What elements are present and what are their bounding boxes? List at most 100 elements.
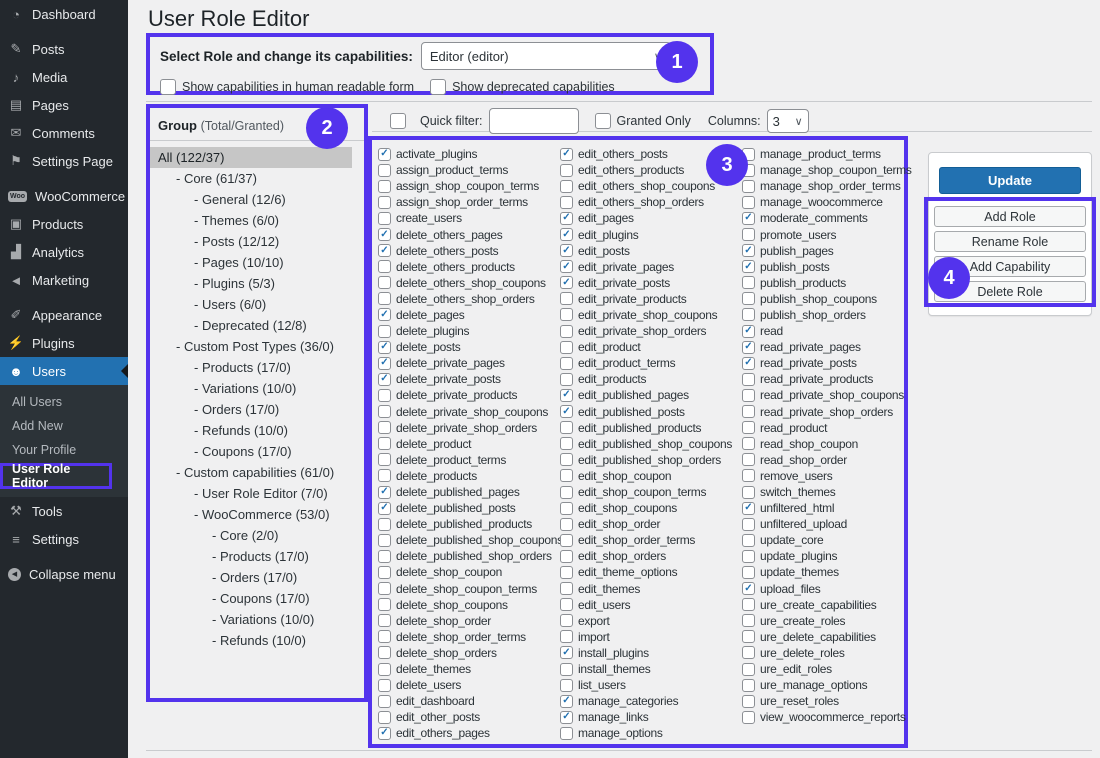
capability-checkbox-install_plugins[interactable] xyxy=(560,646,573,659)
capability-checkbox-read_shop_coupon[interactable] xyxy=(742,437,755,450)
sidebar-item-user-role-editor[interactable]: User Role Editor xyxy=(0,463,112,489)
capability-checkbox-manage_woocommerce[interactable] xyxy=(742,196,755,209)
capability-checkbox-delete_private_pages[interactable] xyxy=(378,357,391,370)
update-button[interactable]: Update xyxy=(939,167,1081,194)
capability-checkbox-delete_others_products[interactable] xyxy=(378,260,391,273)
capability-checkbox-install_themes[interactable] xyxy=(560,663,573,676)
capability-checkbox-update_core[interactable] xyxy=(742,534,755,547)
capability-checkbox-delete_published_posts[interactable] xyxy=(378,502,391,515)
sidebar-item-settings-page[interactable]: ⚑Settings Page xyxy=(0,147,128,175)
granted-only-checkbox[interactable] xyxy=(595,113,611,129)
sidebar-item-settings[interactable]: ≡Settings xyxy=(0,525,128,553)
capability-checkbox-delete_others_posts[interactable] xyxy=(378,244,391,257)
capability-checkbox-delete_themes[interactable] xyxy=(378,663,391,676)
sidebar-item-comments[interactable]: ✉Comments xyxy=(0,119,128,147)
capability-checkbox-delete_shop_coupon_terms[interactable] xyxy=(378,582,391,595)
capability-checkbox-edit_private_shop_orders[interactable] xyxy=(560,325,573,338)
group-tree-item[interactable]: All (122/37) xyxy=(150,147,352,168)
capability-checkbox-delete_plugins[interactable] xyxy=(378,325,391,338)
capability-checkbox-edit_published_pages[interactable] xyxy=(560,389,573,402)
capability-checkbox-edit_others_shop_coupons[interactable] xyxy=(560,180,573,193)
capability-checkbox-edit_private_posts[interactable] xyxy=(560,276,573,289)
capability-checkbox-unfiltered_html[interactable] xyxy=(742,502,755,515)
sidebar-item-all-users[interactable]: All Users xyxy=(0,390,128,414)
group-tree-item[interactable]: - Custom capabilities (61/0) xyxy=(150,462,364,483)
group-tree-item[interactable]: - Deprecated (12/8) xyxy=(150,315,364,336)
sidebar-item-dashboard[interactable]: ◔Dashboard xyxy=(0,0,128,28)
group-tree-item[interactable]: - Products (17/0) xyxy=(150,546,364,567)
capability-checkbox-edit_published_products[interactable] xyxy=(560,421,573,434)
sidebar-item-your-profile[interactable]: Your Profile xyxy=(0,438,128,462)
add-role-button[interactable]: Add Role xyxy=(934,206,1086,227)
capability-checkbox-assign_shop_coupon_terms[interactable] xyxy=(378,180,391,193)
capability-checkbox-ure_create_capabilities[interactable] xyxy=(742,598,755,611)
capability-checkbox-edit_theme_options[interactable] xyxy=(560,566,573,579)
group-tree-item[interactable]: - Products (17/0) xyxy=(150,357,364,378)
capability-checkbox-edit_users[interactable] xyxy=(560,598,573,611)
capability-checkbox-delete_shop_order_terms[interactable] xyxy=(378,630,391,643)
capability-checkbox-delete_product_terms[interactable] xyxy=(378,453,391,466)
capability-checkbox-ure_manage_options[interactable] xyxy=(742,679,755,692)
select-all-capabilities-checkbox[interactable] xyxy=(390,113,406,129)
capability-checkbox-edit_shop_order_terms[interactable] xyxy=(560,534,573,547)
group-tree-item[interactable]: - Core (2/0) xyxy=(150,525,364,546)
capability-checkbox-edit_pages[interactable] xyxy=(560,212,573,225)
capability-checkbox-publish_posts[interactable] xyxy=(742,260,755,273)
capability-checkbox-update_plugins[interactable] xyxy=(742,550,755,563)
group-tree-item[interactable]: - Custom Post Types (36/0) xyxy=(150,336,364,357)
sidebar-item-plugins[interactable]: ⚡Plugins xyxy=(0,329,128,357)
capability-checkbox-edit_product[interactable] xyxy=(560,341,573,354)
capability-checkbox-create_users[interactable] xyxy=(378,212,391,225)
group-tree-item[interactable]: - Variations (10/0) xyxy=(150,378,364,399)
capability-checkbox-remove_users[interactable] xyxy=(742,469,755,482)
sidebar-item-media[interactable]: ♪Media xyxy=(0,63,128,91)
capability-checkbox-update_themes[interactable] xyxy=(742,566,755,579)
capability-checkbox-edit_published_shop_coupons[interactable] xyxy=(560,437,573,450)
capability-checkbox-delete_published_shop_orders[interactable] xyxy=(378,550,391,563)
capability-checkbox-delete_others_shop_coupons[interactable] xyxy=(378,276,391,289)
capability-checkbox-edit_shop_coupons[interactable] xyxy=(560,502,573,515)
capability-checkbox-list_users[interactable] xyxy=(560,679,573,692)
sidebar-item-posts[interactable]: ✎Posts xyxy=(0,35,128,63)
columns-select[interactable]: 3 ∨ xyxy=(767,109,809,133)
capability-checkbox-delete_private_shop_orders[interactable] xyxy=(378,421,391,434)
capability-checkbox-edit_others_shop_orders[interactable] xyxy=(560,196,573,209)
group-tree-item[interactable]: - Refunds (10/0) xyxy=(150,630,364,651)
sidebar-item-collapse-menu[interactable]: ◀Collapse menu xyxy=(0,560,128,588)
group-tree-item[interactable]: - Users (6/0) xyxy=(150,294,364,315)
capability-checkbox-edit_shop_orders[interactable] xyxy=(560,550,573,563)
capability-checkbox-edit_private_shop_coupons[interactable] xyxy=(560,308,573,321)
capability-checkbox-delete_private_posts[interactable] xyxy=(378,373,391,386)
group-tree-item[interactable]: - Pages (10/10) xyxy=(150,252,364,273)
group-tree-item[interactable]: - General (12/6) xyxy=(150,189,364,210)
capability-checkbox-activate_plugins[interactable] xyxy=(378,148,391,161)
group-tree-item[interactable]: - Core (61/37) xyxy=(150,168,364,189)
role-select-dropdown[interactable]: Editor (editor) ∨ xyxy=(421,42,671,70)
capability-checkbox-manage_shop_order_terms[interactable] xyxy=(742,180,755,193)
capability-checkbox-edit_posts[interactable] xyxy=(560,244,573,257)
capability-checkbox-read_private_shop_coupons[interactable] xyxy=(742,389,755,402)
capability-checkbox-edit_others_pages[interactable] xyxy=(378,727,391,740)
capability-checkbox-publish_products[interactable] xyxy=(742,276,755,289)
capability-checkbox-delete_users[interactable] xyxy=(378,679,391,692)
capability-checkbox-manage_links[interactable] xyxy=(560,711,573,724)
capability-checkbox-assign_shop_order_terms[interactable] xyxy=(378,196,391,209)
group-tree-item[interactable]: - Variations (10/0) xyxy=(150,609,364,630)
capability-checkbox-export[interactable] xyxy=(560,614,573,627)
sidebar-item-pages[interactable]: ▤Pages xyxy=(0,91,128,119)
capability-checkbox-delete_published_shop_coupons[interactable] xyxy=(378,534,391,547)
sidebar-item-marketing[interactable]: ◄Marketing xyxy=(0,266,128,294)
capability-checkbox-delete_published_pages[interactable] xyxy=(378,486,391,499)
capability-checkbox-promote_users[interactable] xyxy=(742,228,755,241)
capability-checkbox-delete_product[interactable] xyxy=(378,437,391,450)
capability-checkbox-edit_plugins[interactable] xyxy=(560,228,573,241)
show-deprecated-checkbox[interactable] xyxy=(430,79,446,95)
capability-checkbox-edit_product_terms[interactable] xyxy=(560,357,573,370)
capability-checkbox-publish_shop_orders[interactable] xyxy=(742,308,755,321)
group-tree-item[interactable]: - Orders (17/0) xyxy=(150,399,364,420)
capability-checkbox-edit_themes[interactable] xyxy=(560,582,573,595)
capability-checkbox-edit_others_products[interactable] xyxy=(560,164,573,177)
human-readable-checkbox[interactable] xyxy=(160,79,176,95)
capability-checkbox-read_private_pages[interactable] xyxy=(742,341,755,354)
capability-checkbox-ure_delete_roles[interactable] xyxy=(742,646,755,659)
